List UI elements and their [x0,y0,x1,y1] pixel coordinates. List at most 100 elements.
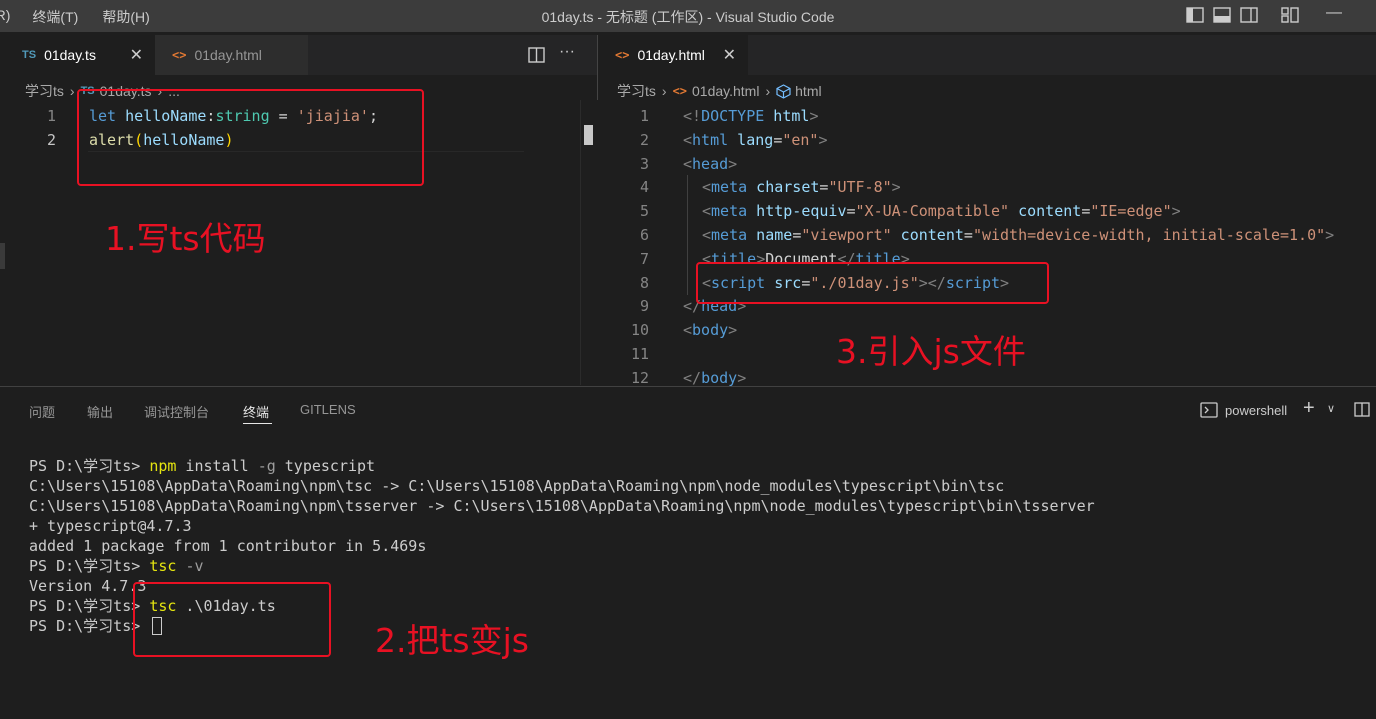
code-token: "X-UA-Compatible" [855,202,1010,221]
tab-01day-ts[interactable]: TS 01day.ts ✕ [0,35,155,75]
html-file-icon: <> [172,48,187,62]
line-number: 3 [639,154,649,173]
terminal-icon [1200,402,1218,418]
code-token: content [1009,202,1082,221]
new-terminal-icon[interactable]: + [1303,397,1315,420]
code-token: > [737,368,747,387]
menu-item-run[interactable]: (R) [0,7,10,27]
chevron-down-icon[interactable]: ∨ [1327,402,1335,415]
indent-guide [687,199,688,224]
menu-item-help[interactable]: 帮助(H) [102,7,149,27]
code-token: head [692,154,729,173]
code-token: charset [747,178,820,197]
typescript-file-icon: TS [22,49,37,61]
minimize-button[interactable]: — [1326,4,1342,22]
code-token: meta [711,202,748,221]
tab-terminal[interactable]: 终端 [243,402,269,421]
line-number: 8 [639,273,649,292]
code-token: meta [711,226,748,244]
breadcrumb-folder[interactable]: 学习ts [25,81,64,101]
code-line[interactable]: <!DOCTYPE html> [683,104,818,128]
terminal-line: PS D:\学习ts> [29,616,149,636]
code-token: "UTF-8" [828,178,892,197]
chevron-right-icon: › [661,83,667,99]
annotation-box-tsc-command [133,582,331,657]
code-token: < [683,154,693,173]
code-token: > [809,107,819,125]
menu-item-terminal[interactable]: 终端(T) [32,7,78,27]
code-line[interactable]: <meta http-equiv="X-UA-Compatible" conte… [702,199,1181,223]
code-token: > [818,130,828,149]
tab-debug-console[interactable]: 调试控制台 [144,402,209,421]
breadcrumb-folder[interactable]: 学习ts [617,81,656,101]
toggle-secondary-sidebar-icon[interactable] [1240,7,1258,23]
code-line[interactable]: <body> [683,318,737,342]
tab-output[interactable]: 输出 [87,402,113,421]
chevron-right-icon: › [69,83,75,99]
code-token: install [176,457,258,475]
terminal-line: PS D:\学习ts> npm install -g typescript [29,456,375,476]
code-token: body [701,368,738,387]
code-token: "width=device-width, initial-scale=1.0" [972,226,1326,244]
code-token: DOCTYPE [701,107,765,125]
code-token: </ [683,368,702,387]
split-terminal-icon[interactable] [1354,402,1370,417]
html-file-icon: <> [672,84,688,98]
code-token: > [1171,202,1181,221]
code-line[interactable]: <meta charset="UTF-8"> [702,175,901,199]
code-token: npm [149,457,177,475]
code-token: "viewport" [801,226,892,244]
shell-selector[interactable]: powershell [1225,403,1287,418]
code-token: http-equiv [747,202,847,221]
toggle-panel-icon[interactable] [1213,7,1231,23]
split-editor-icon[interactable] [528,47,545,63]
more-actions-icon[interactable]: ··· [559,43,575,61]
tab-gitlens[interactable]: GITLENS [300,402,356,417]
tab-01day-html[interactable]: <> 01day.html [155,35,308,75]
tab-problems[interactable]: 问题 [29,402,55,421]
code-token: "IE=edge" [1090,202,1172,221]
code-token: C:\Users\15108\AppData\Roaming\npm\tsc -… [29,477,1005,495]
menu-bar: (R) 终端(T) 帮助(H) [0,7,174,27]
terminal-line: Version 4.7.3 [29,576,146,596]
code-token: = [792,226,802,244]
code-token: typescript [275,457,376,475]
line-number: 1 [639,107,649,125]
tab-label: 01day.html [194,47,262,63]
customize-layout-icon[interactable] [1281,7,1299,23]
code-token: name [747,226,793,244]
minimap[interactable] [580,100,598,385]
html-file-icon: <> [615,48,630,62]
annotation-box-ts-code [77,89,424,186]
code-line[interactable]: <html lang="en"> [683,128,828,152]
breadcrumb-node[interactable]: html [795,83,821,99]
breadcrumb-file[interactable]: 01day.html [692,83,759,99]
close-icon[interactable]: ✕ [723,45,736,65]
code-token: content [891,226,964,244]
line-number: 11 [630,345,649,363]
minimap-slider[interactable] [584,125,593,145]
line-number: 7 [639,249,649,268]
close-icon[interactable]: ✕ [130,45,143,65]
toggle-sidebar-icon[interactable] [1186,7,1204,23]
active-tab-underline [243,423,272,424]
indent-guide [687,223,688,247]
code-line[interactable]: <meta name="viewport" content="width=dev… [702,223,1334,247]
code-token: = [1081,202,1091,221]
line-number: 6 [639,226,649,244]
terminal-line: added 1 package from 1 contributor in 5.… [29,536,426,556]
annotation-step3: 3.引入js文件 [836,332,1026,371]
tab-label: 01day.html [637,47,705,63]
line-number: 2 [639,130,649,149]
code-token: body [692,321,729,340]
line-number: 4 [639,178,649,197]
code-token: > [891,178,901,197]
tab-01day-html[interactable]: <> 01day.html ✕ [598,35,748,75]
code-token: PS D:\学习ts> [29,557,150,575]
code-token: > [728,321,738,340]
annotation-step2: 2.把ts变js [375,621,529,660]
code-token: added 1 package from 1 contributor in 5.… [29,537,427,555]
annotation-box-script-tag [696,262,1049,304]
code-token: "en" [782,130,819,149]
code-line[interactable]: <head> [683,152,737,176]
